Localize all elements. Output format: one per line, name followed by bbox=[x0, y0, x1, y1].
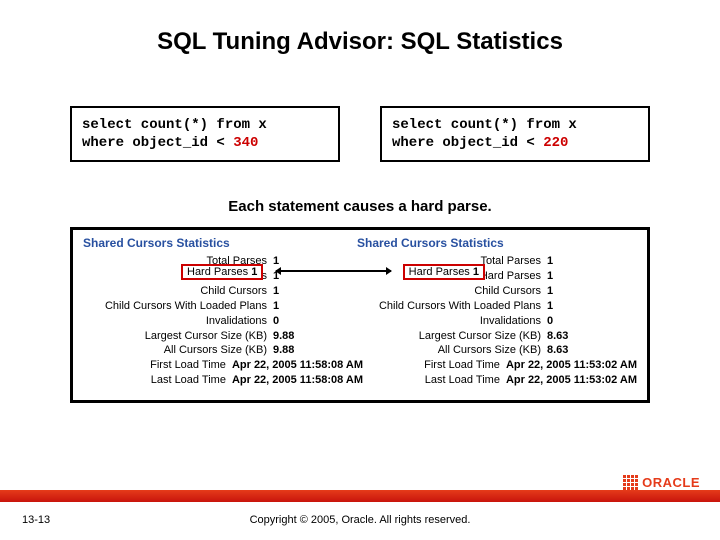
stats-row: Child Cursors With Loaded Plans1 bbox=[357, 299, 637, 314]
stats-row: Total Parses1 bbox=[357, 254, 637, 269]
stats-row: Last Load TimeApr 22, 2005 11:53:02 AM bbox=[357, 373, 637, 388]
oracle-logo-icon bbox=[623, 475, 638, 490]
sql-line: where object_id < 340 bbox=[82, 134, 328, 152]
stats-row: Child Cursors1 bbox=[83, 284, 363, 299]
stats-heading: Shared Cursors Statistics bbox=[357, 236, 637, 250]
arrow-right-icon bbox=[331, 270, 391, 272]
hard-parse-highlight-left: Hard Parses 1 bbox=[181, 264, 263, 280]
stats-row: Invalidations0 bbox=[83, 314, 363, 329]
sql-box-left: select count(*) from x where object_id <… bbox=[70, 106, 340, 162]
stats-row: Child Cursors1 bbox=[357, 284, 637, 299]
sql-literal: 340 bbox=[233, 135, 258, 151]
sql-literal: 220 bbox=[543, 135, 568, 151]
stats-row: Largest Cursor Size (KB)8.63 bbox=[357, 329, 637, 344]
sql-line: select count(*) from x bbox=[82, 116, 328, 134]
stats-row: First Load TimeApr 22, 2005 11:58:08 AM bbox=[83, 358, 363, 373]
stats-panel-right: Shared Cursors Statistics Total Parses1 … bbox=[357, 236, 637, 388]
stats-row: All Cursors Size (KB)9.88 bbox=[83, 343, 363, 358]
sql-box-right: select count(*) from x where object_id <… bbox=[380, 106, 650, 162]
stats-row: Child Cursors With Loaded Plans1 bbox=[83, 299, 363, 314]
hard-parse-highlight-right: Hard Parses 1 bbox=[403, 264, 485, 280]
oracle-logo: ORACLE bbox=[623, 475, 700, 490]
stats-heading: Shared Cursors Statistics bbox=[83, 236, 363, 250]
slide: SQL Tuning Advisor: SQL Statistics selec… bbox=[0, 0, 720, 540]
stats-panel-left: Shared Cursors Statistics Total Parses1 … bbox=[83, 236, 363, 388]
sql-boxes: select count(*) from x where object_id <… bbox=[0, 56, 720, 162]
caption: Each statement causes a hard parse. bbox=[0, 198, 720, 215]
stats-area: Shared Cursors Statistics Total Parses1 … bbox=[70, 227, 650, 403]
sql-line: select count(*) from x bbox=[392, 116, 638, 134]
stats-row: First Load TimeApr 22, 2005 11:53:02 AM bbox=[357, 358, 637, 373]
stats-row: Invalidations0 bbox=[357, 314, 637, 329]
slide-title: SQL Tuning Advisor: SQL Statistics bbox=[0, 0, 720, 56]
sql-line: where object_id < 220 bbox=[392, 134, 638, 152]
copyright-text: Copyright © 2005, Oracle. All rights res… bbox=[0, 514, 720, 526]
stats-row: Hard Parses1 bbox=[357, 269, 637, 284]
footer-accent-bar bbox=[0, 490, 720, 502]
stats-row: Largest Cursor Size (KB)9.88 bbox=[83, 329, 363, 344]
stats-row: Last Load TimeApr 22, 2005 11:58:08 AM bbox=[83, 373, 363, 388]
oracle-logo-text: ORACLE bbox=[642, 475, 700, 490]
stats-row: All Cursors Size (KB)8.63 bbox=[357, 343, 637, 358]
